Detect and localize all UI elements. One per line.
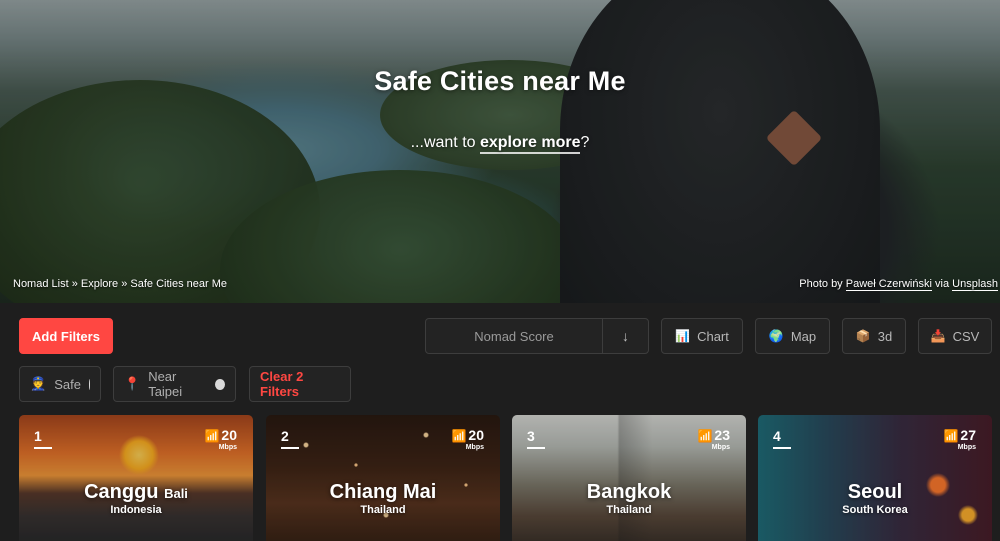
csv-button[interactable]: 📥 CSV [918,318,992,354]
internet-speed: 📶 20 Mbps [204,427,237,451]
sort-direction-button[interactable]: ↓ [603,319,648,353]
inbox-tray-icon: 📥 [930,329,946,343]
city-rank: 1 [34,428,52,449]
city-name: Canggu Bali [84,481,188,503]
breadcrumb-explore[interactable]: Explore [81,278,118,290]
city-country: South Korea [842,504,908,516]
city-country: Indonesia [110,504,162,516]
internet-speed: 📶 23 Mbps [697,427,730,451]
bar-chart-icon: 📊 [675,329,691,343]
internet-speed: 📶 20 Mbps [451,427,484,451]
globe-icon: 🌍 [768,329,784,343]
sort-control: Nomad Score ↓ [425,318,649,354]
clear-filters-button[interactable]: Clear 2 Filters [249,366,351,402]
city-card[interactable]: 4 📶 27 Mbps Seoul South Korea [758,415,992,541]
explore-more-link[interactable]: explore more [479,134,581,154]
police-officer-icon: 👮 [30,376,47,391]
sort-select[interactable]: Nomad Score [426,319,603,353]
hero-banner: Safe Cities near Me ...want to explore m… [0,0,1000,303]
pin-icon: 📍 [124,376,141,391]
chart-button[interactable]: 📊 Chart [661,318,743,354]
box-icon: 📦 [855,329,871,343]
city-rank: 3 [527,428,545,449]
breadcrumb-current: Safe Cities near Me [130,278,228,290]
city-country: Thailand [606,504,652,516]
city-card[interactable]: 3 📶 23 Mbps Bangkok Thailand [512,415,746,541]
city-name: Bangkok [586,481,672,503]
internet-speed: 📶 27 Mbps [943,427,976,451]
wifi-icon: 📶 [943,429,959,443]
photo-credit: Photo by Paweł Czerwiński via Unsplash [799,278,998,291]
wifi-icon: 📶 [697,429,713,443]
3d-button[interactable]: 📦 3d [842,318,906,354]
city-card[interactable]: 1 📶 20 Mbps Canggu Bali Indonesia [19,415,253,541]
wifi-icon: 📶 [451,429,467,443]
photo-author-link[interactable]: Paweł Czerwiński [845,278,932,291]
city-card[interactable]: 2 📶 20 Mbps Chiang Mai Thailand [266,415,500,541]
page-title: Safe Cities near Me [374,66,626,96]
city-country: Thailand [360,504,406,516]
wifi-icon: 📶 [204,429,220,443]
city-rank: 2 [281,428,299,449]
filter-chip-safe[interactable]: 👮 Safe [19,366,101,402]
map-button[interactable]: 🌍 Map [755,318,830,354]
breadcrumb-nomad-list[interactable]: Nomad List [13,278,69,290]
remove-filter-icon[interactable] [215,378,225,390]
city-name: Seoul [847,481,903,503]
add-filters-button[interactable]: Add Filters [19,318,113,354]
hero-subtitle: ...want to explore more? [0,134,1000,154]
breadcrumb: Nomad List » Explore » Safe Cities near … [13,278,228,290]
city-rank: 4 [773,428,791,449]
unsplash-link[interactable]: Unsplash [952,278,998,291]
city-name: Chiang Mai [329,481,437,503]
filter-chip-near-taipei[interactable]: 📍 Near Taipei [113,366,236,402]
remove-filter-icon[interactable] [88,378,90,390]
